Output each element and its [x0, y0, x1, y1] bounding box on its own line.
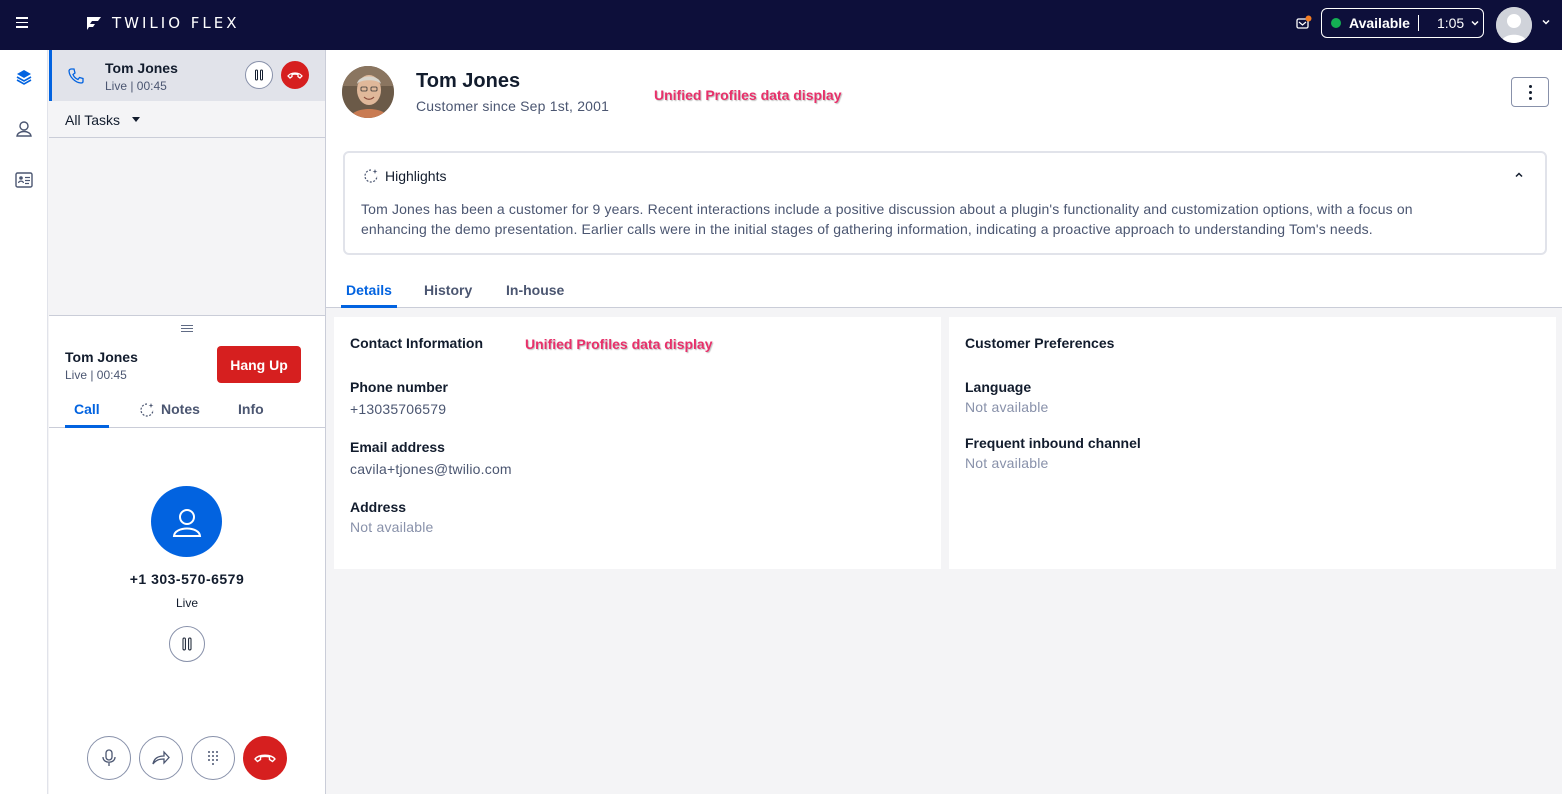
user-icon: [172, 508, 201, 537]
profile-header: Tom Jones Customer since Sep 1st, 2001 U…: [326, 50, 1562, 308]
sparkle-icon: [140, 403, 154, 417]
contacts-icon[interactable]: [14, 119, 34, 139]
contact-info-title: Contact Information: [350, 335, 483, 351]
caller-avatar: [151, 486, 222, 557]
tab-details[interactable]: Details: [346, 282, 392, 298]
task-status: Live | 00:45: [105, 79, 167, 93]
call-status: Live | 00:45: [65, 368, 127, 382]
customer-preferences-card: Customer Preferences Language Not availa…: [949, 317, 1556, 569]
top-bar: TWILIO FLEX Available 1:05: [0, 0, 1562, 50]
task-card[interactable]: Tom Jones Live | 00:45: [49, 50, 325, 101]
phone-value: +13035706579: [350, 401, 447, 417]
call-tabs: Call Notes Info: [49, 394, 325, 428]
customer-profile-panel: Tom Jones Customer since Sep 1st, 2001 U…: [326, 50, 1562, 794]
tab-notes[interactable]: Notes: [161, 401, 200, 417]
chevron-down-icon: [1471, 20, 1479, 26]
tab-in-house[interactable]: In-house: [506, 282, 564, 298]
end-call-button[interactable]: [243, 736, 287, 780]
pause-icon: [182, 637, 192, 651]
active-tab-indicator: [341, 305, 397, 308]
layers-icon[interactable]: [14, 67, 34, 87]
tab-info[interactable]: Info: [238, 401, 264, 417]
transfer-button[interactable]: [139, 736, 183, 780]
divider: [1417, 15, 1419, 31]
inbound-channel-value: Not available: [965, 455, 1049, 471]
language-label: Language: [965, 379, 1032, 395]
hang-up-button[interactable]: Hang Up: [217, 346, 301, 383]
highlights-title: Highlights: [385, 168, 447, 184]
dialpad-button[interactable]: [191, 736, 235, 780]
task-filter[interactable]: All Tasks: [49, 101, 325, 138]
side-nav: [0, 50, 48, 794]
chevron-down-icon[interactable]: [1541, 17, 1551, 27]
phone-label: Phone number: [350, 379, 449, 395]
pause-icon: [255, 69, 263, 81]
sparkle-icon: [364, 169, 378, 183]
caret-down-icon: [132, 117, 140, 122]
task-list-panel: Tom Jones Live | 00:45 All Tasks: [49, 50, 326, 315]
dialpad-icon: [208, 751, 218, 765]
email-value: cavila+tjones@twilio.com: [350, 461, 512, 477]
customer-since: Customer since Sep 1st, 2001: [416, 98, 610, 114]
mute-button[interactable]: [87, 736, 131, 780]
customer-photo: [342, 66, 394, 118]
customer-photo-icon: [342, 66, 394, 118]
status-timer: 1:05: [1436, 15, 1465, 31]
phone-icon: [68, 68, 84, 84]
contact-information-card: Contact Information Unified Profiles dat…: [334, 317, 941, 569]
user-silhouette-icon: [1496, 7, 1532, 43]
hang-up-icon: [254, 754, 276, 763]
call-customer-name: Tom Jones: [65, 349, 138, 365]
notification-icon[interactable]: [1296, 15, 1312, 31]
status-dot-icon: [1331, 18, 1341, 28]
tab-call[interactable]: Call: [74, 401, 100, 417]
menu-icon[interactable]: [16, 17, 28, 31]
more-options-button[interactable]: [1511, 77, 1549, 107]
availability-selector[interactable]: Available 1:05: [1321, 8, 1484, 38]
task-filter-label: All Tasks: [65, 112, 120, 128]
hold-button[interactable]: [169, 626, 205, 662]
resize-handle[interactable]: [181, 325, 193, 334]
profile-tabs: Details History In-house: [326, 276, 1562, 308]
forward-arrow-icon: [152, 750, 170, 765]
caller-phone-number: +1 303-570-6579: [129, 571, 245, 587]
profile-card-icon[interactable]: [14, 170, 34, 190]
email-label: Email address: [350, 439, 445, 455]
task-customer-name: Tom Jones: [105, 60, 178, 76]
user-avatar[interactable]: [1496, 7, 1532, 43]
address-value: Not available: [350, 519, 434, 535]
address-label: Address: [350, 499, 407, 515]
highlights-summary: Tom Jones has been a customer for 9 year…: [361, 201, 1413, 237]
inbound-channel-label: Frequent inbound channel: [965, 435, 1141, 451]
twilio-flex-logo-icon: [87, 17, 101, 30]
brand: TWILIO FLEX: [86, 14, 240, 32]
active-tab-indicator: [65, 425, 109, 428]
annotation-label: Unified Profiles data display: [654, 87, 842, 103]
chevron-up-icon[interactable]: [1513, 169, 1525, 181]
microphone-icon: [102, 749, 116, 766]
preferences-title: Customer Preferences: [965, 335, 1115, 351]
customer-name: Tom Jones: [416, 70, 521, 92]
highlights-card: Highlights Tom Jones has been a customer…: [343, 151, 1547, 255]
hang-up-icon: [287, 72, 303, 79]
status-label: Available: [1349, 15, 1410, 31]
tab-history[interactable]: History: [424, 282, 472, 298]
end-call-button[interactable]: [281, 61, 309, 89]
call-panel: Tom Jones Live | 00:45 Hang Up Call Note…: [49, 315, 326, 794]
hold-button[interactable]: [245, 61, 273, 89]
brand-name: TWILIO FLEX: [112, 14, 240, 32]
call-live-label: Live: [175, 596, 198, 610]
annotation-label: Unified Profiles data display: [525, 336, 713, 352]
language-value: Not available: [965, 399, 1049, 415]
